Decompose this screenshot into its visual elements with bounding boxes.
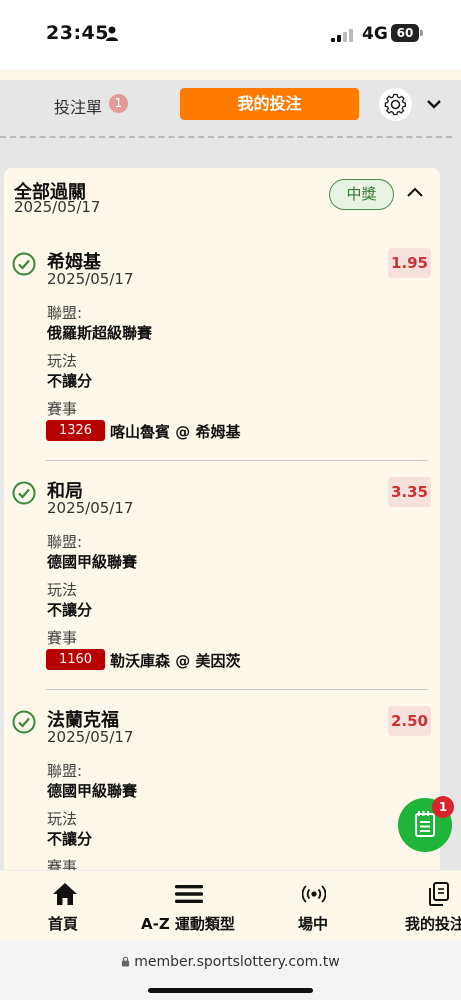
bet-divider: [46, 689, 428, 690]
chevron-down-icon[interactable]: [426, 98, 442, 110]
battery-level: 60: [391, 24, 419, 42]
match-id-badge: 1326: [46, 420, 105, 441]
league-value: 德國甲級聯賽: [47, 782, 138, 800]
bet-leg: 希姆基 2025/05/17 1.95 聯盟: 俄羅斯超級聯賽 玩法 不讓分 賽…: [4, 244, 440, 472]
status-time: 23:45: [46, 22, 109, 44]
network-type: 4G: [362, 24, 388, 44]
url-value: member.sportslottery.com.tw: [134, 954, 340, 970]
browser-url-bar[interactable]: member.sportslottery.com.tw: [0, 940, 461, 1000]
dashed-divider: [0, 136, 452, 138]
my-bets-button[interactable]: 我的投注: [180, 88, 359, 120]
nav-item-live[interactable]: 場中: [278, 871, 348, 941]
bet-slip-tab[interactable]: 投注單: [54, 94, 102, 118]
nav-item-my-bets[interactable]: 我的投注: [395, 871, 461, 941]
league-label: 聯盟:: [47, 533, 83, 551]
signal-icon: [331, 29, 353, 42]
bet-date: 2025/05/17: [47, 499, 134, 517]
match-name: 喀山魯賓 @ 希姆基: [110, 423, 241, 441]
bet-leg: 和局 2025/05/17 3.35 聯盟: 德國甲級聯賽 玩法 不讓分 賽事 …: [4, 473, 440, 701]
nav-label-sports: A-Z 運動類型: [141, 915, 235, 933]
event-label: 賽事: [47, 400, 78, 418]
match-id-badge: 1160: [46, 649, 105, 670]
league-value: 俄羅斯超級聯賽: [47, 324, 153, 342]
battery-icon: 60: [391, 24, 423, 42]
play-value: 不讓分: [47, 830, 93, 848]
league-value: 德國甲級聯賽: [47, 553, 138, 571]
bet-slip-count-badge: 1: [109, 94, 128, 113]
bet-date: 2025/05/17: [47, 270, 134, 288]
url-text: member.sportslottery.com.tw: [0, 954, 461, 970]
bottom-nav: 首頁 A-Z 運動類型 場中 我的投注: [0, 870, 461, 940]
check-circle-icon: [12, 710, 36, 734]
background-peek: [0, 70, 461, 80]
home-icon: [53, 883, 77, 905]
nav-label-live: 場中: [298, 915, 329, 933]
nav-label-home: 首頁: [48, 915, 79, 933]
gear-icon: [384, 93, 406, 116]
chevron-up-icon[interactable]: [406, 186, 424, 198]
play-label: 玩法: [47, 352, 78, 370]
copy-icon: [429, 882, 449, 906]
nav-label-my-bets: 我的投注: [405, 915, 461, 933]
status-badge: 中獎: [329, 179, 394, 210]
settings-button[interactable]: [379, 88, 412, 121]
check-circle-icon: [12, 252, 36, 276]
lock-icon: [122, 956, 130, 967]
odds-badge: 1.95: [388, 248, 431, 278]
status-bar: 23:45 4G 60: [0, 0, 461, 70]
play-label: 玩法: [47, 810, 78, 828]
bet-date: 2025/05/17: [47, 728, 134, 746]
menu-icon: [175, 885, 203, 903]
bet-leg: 法蘭克福 2025/05/17 2.50 聯盟: 德國甲級聯賽 玩法 不讓分 賽…: [4, 702, 440, 878]
nav-item-home[interactable]: 首頁: [30, 871, 100, 941]
check-circle-icon: [12, 481, 36, 505]
league-label: 聯盟:: [47, 304, 83, 322]
nav-item-sports[interactable]: A-Z 運動類型: [135, 871, 245, 941]
league-label: 聯盟:: [47, 762, 83, 780]
match-name: 勒沃庫森 @ 美因茨: [110, 652, 241, 670]
odds-badge: 3.35: [388, 477, 431, 507]
play-label: 玩法: [47, 581, 78, 599]
odds-badge: 2.50: [388, 706, 431, 736]
home-indicator[interactable]: [148, 988, 313, 993]
parlay-card: 全部過關 2025/05/17 中獎 希姆基 2025/05/17 1.95 聯…: [4, 168, 440, 878]
parlay-date: 2025/05/17: [14, 198, 101, 216]
play-value: 不讓分: [47, 601, 93, 619]
person-icon: [106, 26, 118, 41]
bet-slip-header: 投注單 1 我的投注: [0, 80, 461, 140]
bet-slip-fab-badge: 1: [432, 796, 454, 818]
bet-divider: [46, 460, 428, 461]
play-value: 不讓分: [47, 372, 93, 390]
live-icon: [302, 885, 326, 903]
event-label: 賽事: [47, 629, 78, 647]
